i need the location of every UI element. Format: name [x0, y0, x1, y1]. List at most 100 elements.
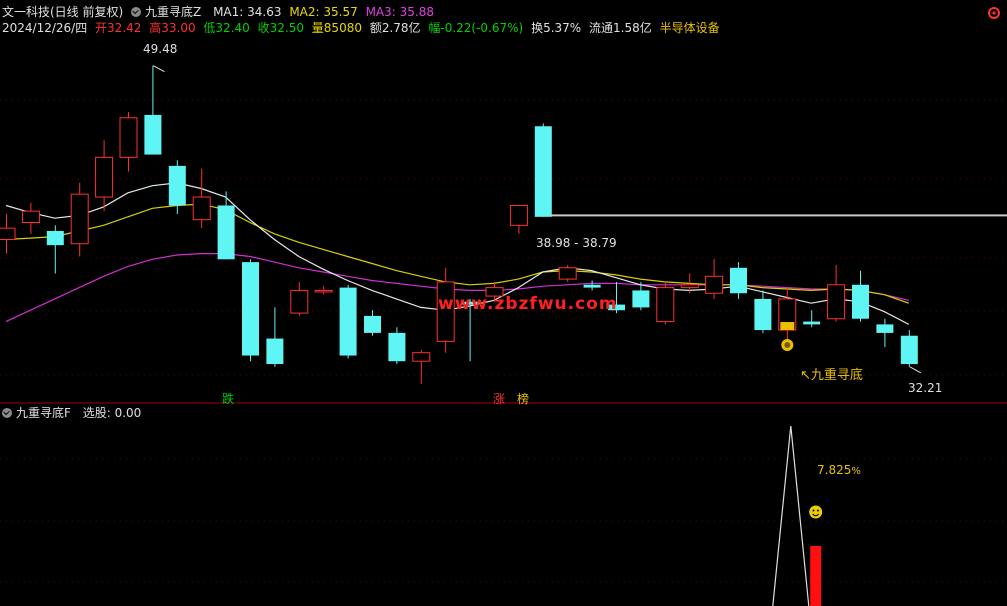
candle-down — [46, 225, 64, 274]
rank-label: 榜 — [517, 392, 530, 406]
candle-up — [558, 264, 577, 282]
drop-label: 跌 — [222, 392, 235, 406]
spike-line — [772, 425, 810, 606]
indicator-select[interactable]: 九重寻底Z — [131, 5, 205, 19]
candle-body — [558, 267, 577, 280]
signal-bar — [810, 546, 822, 606]
candle-down — [217, 191, 235, 260]
quote-turnover: 换5.37% — [531, 21, 582, 35]
quote-sector[interactable]: 半导体设备 — [660, 21, 720, 35]
candle-body — [876, 324, 894, 333]
candle-up — [119, 112, 138, 172]
quote-date: 2024/12/26/四 — [2, 21, 88, 35]
candle-down — [266, 307, 284, 367]
candle-up — [656, 281, 675, 325]
candle-body — [632, 290, 650, 308]
dropdown-icon[interactable] — [2, 408, 12, 418]
settings-icon[interactable] — [987, 6, 1001, 20]
candle-down — [242, 259, 259, 362]
indicator-name: 九重寻底Z — [145, 5, 202, 19]
ma2-value: MA2: 35.57 — [289, 5, 358, 19]
smiley-eye — [816, 509, 819, 512]
candle-body — [144, 114, 162, 155]
candle-body — [21, 210, 40, 223]
candle-down — [852, 270, 869, 322]
candle-body — [192, 196, 211, 221]
ma1-value: MA1: 34.63 — [213, 5, 282, 19]
percent-value: 7.825 — [817, 463, 852, 477]
quote-float: 流通1.58亿 — [589, 21, 652, 35]
stock-name[interactable]: 文一科技(日线 前复权) — [2, 5, 123, 19]
candle-down — [583, 280, 601, 291]
quote-volume: 量85080 — [311, 21, 362, 35]
low-price-label: 32.21 — [908, 381, 943, 395]
candle-up — [0, 214, 16, 254]
ma2-line — [5, 203, 909, 304]
quote-amount: 额2.78亿 — [369, 21, 421, 35]
money-bag-icon-inner — [784, 342, 791, 348]
candle-body — [803, 321, 821, 325]
candle-up — [70, 182, 89, 257]
candle-down — [534, 123, 552, 217]
candle-up — [290, 281, 309, 316]
high-pointer — [153, 65, 165, 73]
flag-icon — [780, 322, 795, 330]
candle-body — [364, 315, 381, 333]
percent-suffix: % — [851, 466, 861, 477]
candle-body — [290, 289, 309, 314]
quote-info-row: 2024/12/26/四 开32.42 高33.00 低32.40 收32.50… — [2, 20, 724, 36]
candle-up — [21, 202, 40, 234]
candle-body — [827, 284, 846, 320]
dropdown-icon[interactable] — [131, 7, 142, 17]
low-pointer — [909, 366, 922, 374]
candle-body — [339, 287, 357, 356]
signal-label: ↖九重寻底 — [800, 368, 863, 383]
candle-body — [242, 262, 259, 356]
high-price-label: 49.48 — [143, 42, 178, 56]
candle-down — [339, 284, 357, 359]
candle-up — [95, 140, 114, 212]
sub-indicator-name: 九重寻底F — [16, 406, 71, 420]
candle-body — [583, 284, 601, 288]
grid-lines — [0, 99, 1007, 583]
candle-body — [852, 284, 869, 319]
quote-open: 开32.42 — [95, 21, 142, 35]
candle-body — [266, 338, 284, 365]
percent-label: 7.825% — [817, 463, 861, 477]
candle-body — [217, 205, 235, 260]
quote-change: 幅-0.22(-0.67%) — [428, 21, 524, 35]
header-row: 文一科技(日线 前复权) 九重寻底Z MA1: 34.63 MA2: 35.57… — [2, 4, 438, 20]
candle-down — [364, 310, 381, 336]
candle-body — [119, 117, 138, 158]
candle-body — [412, 352, 431, 362]
quote-close: 收32.50 — [257, 21, 304, 35]
candle-body — [168, 165, 186, 206]
candle-body — [534, 126, 552, 217]
candle-body — [509, 205, 528, 226]
candle-up — [314, 286, 333, 295]
smiley-icon — [809, 505, 823, 519]
candle-body — [680, 284, 699, 289]
candle-body — [0, 227, 16, 240]
candle-up — [412, 349, 431, 384]
watermark: www.zbzfwu.com — [438, 294, 618, 314]
candle-body — [388, 332, 406, 362]
sub-indicator-select[interactable]: 九重寻底F — [2, 406, 75, 420]
quote-low: 低32.40 — [203, 21, 250, 35]
candle-body — [730, 267, 747, 294]
candle-up — [705, 259, 724, 299]
smiley-eye — [812, 509, 815, 512]
candle-up — [827, 264, 846, 322]
sub-indicator-chart — [772, 425, 823, 606]
sub-panel-header: 九重寻底F 选股: 0.00 — [2, 405, 145, 421]
candle-up — [509, 205, 528, 234]
candlestick-series — [0, 65, 918, 384]
candle-body — [754, 298, 772, 331]
candle-body — [656, 287, 675, 323]
quote-high: 高33.00 — [149, 21, 196, 35]
level-range-label: 38.98 - 38.79 — [536, 236, 617, 250]
candle-body — [314, 289, 333, 293]
candle-down — [876, 318, 894, 348]
signal-text: 九重寻底 — [810, 368, 863, 383]
candle-down — [388, 327, 406, 365]
